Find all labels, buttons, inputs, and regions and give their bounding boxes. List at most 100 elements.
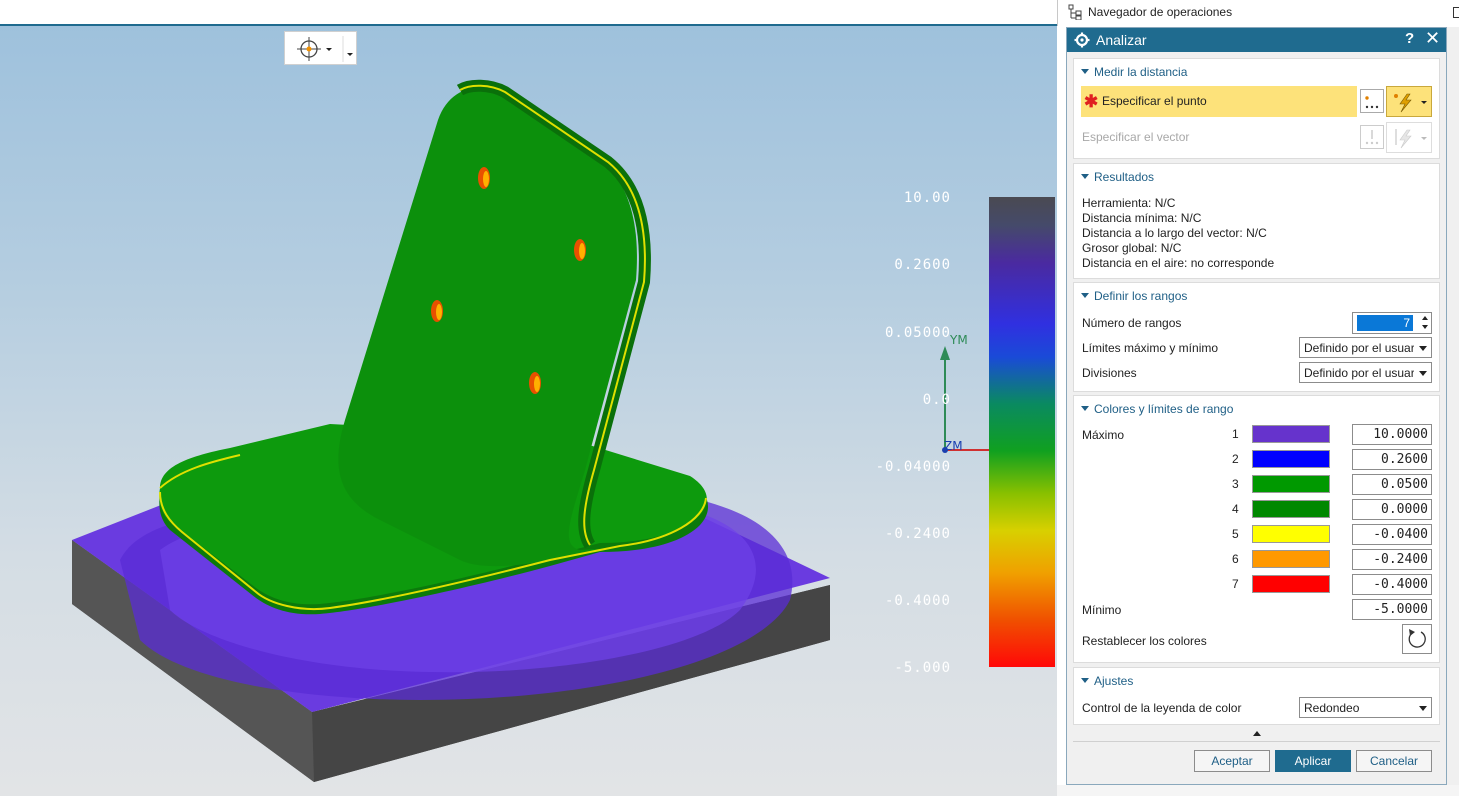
measure-distance-group: Medir la distancia ✱ Especificar el punt… — [1073, 58, 1440, 159]
result-vector-distance: Distancia a lo largo del vector: N/C — [1082, 226, 1267, 240]
point-dialog-button[interactable] — [1360, 89, 1384, 113]
group-title-settings[interactable]: Ajustes — [1094, 674, 1133, 688]
group-title-ranges[interactable]: Definir los rangos — [1094, 289, 1187, 303]
help-icon[interactable]: ? — [1405, 30, 1414, 47]
vector-dialog-button — [1360, 125, 1384, 149]
legend-control-dropdown[interactable]: Redondeo — [1299, 697, 1432, 718]
max-label: Máximo — [1082, 428, 1125, 442]
range-count-spinner[interactable]: 7 — [1352, 312, 1432, 334]
apply-button[interactable]: Aplicar — [1275, 750, 1351, 772]
settings-group: Ajustes Control de la leyenda de color R… — [1073, 667, 1440, 725]
spin-down-icon[interactable] — [1422, 325, 1428, 329]
collapse-caret-icon[interactable] — [1081, 174, 1089, 179]
divisions-dropdown-value: Definido por el usuar — [1304, 366, 1414, 380]
color-swatch[interactable] — [1252, 575, 1330, 593]
chevron-down-icon — [1419, 346, 1427, 351]
color-swatch[interactable] — [1252, 550, 1330, 568]
color-swatch[interactable] — [1252, 450, 1330, 468]
reset-colors-label: Restablecer los colores — [1082, 634, 1207, 648]
range-index: 4 — [1232, 502, 1239, 516]
legend-label-1: 10.00 — [903, 190, 951, 206]
color-swatch[interactable] — [1252, 475, 1330, 493]
results-group: Resultados Herramienta: N/C Distancia mí… — [1073, 163, 1440, 279]
inferred-point-dropdown[interactable] — [1386, 86, 1432, 117]
chevron-down-icon — [1419, 706, 1427, 711]
legend-control-value: Redondeo — [1304, 701, 1360, 715]
legend-label-2: 0.2600 — [894, 257, 951, 273]
define-ranges-group: Definir los rangos Número de rangos 7 Lí… — [1073, 282, 1440, 392]
color-swatch[interactable] — [1252, 500, 1330, 518]
range-count-input[interactable]: 7 — [1357, 315, 1413, 331]
point-dialog-icon — [1365, 96, 1379, 109]
legend-label-3: 0.05000 — [884, 325, 951, 341]
min-label: Mínimo — [1082, 603, 1122, 617]
divisions-dropdown[interactable]: Definido por el usuar — [1299, 362, 1432, 383]
collapse-caret-icon[interactable] — [1081, 69, 1089, 74]
range-limit-input[interactable]: 10.0000 — [1352, 424, 1432, 445]
result-tool: Herramienta: N/C — [1082, 196, 1176, 210]
collapse-caret-icon[interactable] — [1081, 678, 1089, 683]
divisions-label: Divisiones — [1082, 366, 1137, 380]
required-asterisk-icon: ✱ — [1084, 92, 1099, 111]
dialog-title-bar[interactable]: Analizar ? ✕ — [1067, 28, 1446, 52]
range-index: 2 — [1232, 452, 1239, 466]
close-icon[interactable]: ✕ — [1425, 28, 1440, 49]
legend-label-5: -0.04000 — [875, 459, 951, 475]
reset-arrow-icon — [1408, 629, 1426, 648]
range-index: 6 — [1232, 552, 1239, 566]
triad-z-label: ZM — [944, 439, 963, 453]
maximize-icon[interactable] — [1453, 7, 1459, 18]
reset-colors-button[interactable] — [1402, 624, 1432, 654]
range-index: 1 — [1232, 427, 1239, 441]
graphics-viewport[interactable]: YM XM ZM 10.00 0.2600 0.05000 0.0 -0.040… — [0, 0, 1057, 796]
divider — [1073, 741, 1440, 742]
collapse-caret-icon[interactable] — [1081, 406, 1089, 411]
color-swatch[interactable] — [1252, 525, 1330, 543]
group-title-measure[interactable]: Medir la distancia — [1094, 65, 1187, 79]
result-air-distance: Distancia en el aire: no corresponde — [1082, 256, 1275, 270]
color-swatch[interactable] — [1252, 425, 1330, 443]
limits-dropdown-value: Definido por el usuar — [1304, 341, 1414, 355]
group-title-results[interactable]: Resultados — [1094, 170, 1154, 184]
ok-button[interactable]: Aceptar — [1194, 750, 1270, 772]
legend-label-7: -0.4000 — [884, 593, 951, 609]
colors-limits-group: Colores y límites de rango Máximo 1 10.0… — [1073, 395, 1440, 663]
range-limit-input[interactable]: 0.0500 — [1352, 474, 1432, 495]
operation-navigator-header[interactable]: Navegador de operaciones — [1057, 0, 1459, 26]
range-limit-input[interactable]: -0.2400 — [1352, 549, 1432, 570]
range-limit-input[interactable]: 0.0000 — [1352, 499, 1432, 520]
right-resource-bar — [1447, 27, 1459, 796]
legend-control-label: Control de la leyenda de color — [1082, 701, 1242, 715]
legend-label-4: 0.0 — [922, 392, 951, 408]
min-limit-input[interactable]: -5.0000 — [1352, 599, 1432, 620]
bottom-strip — [1057, 785, 1459, 796]
lightning-vector-icon — [1395, 129, 1427, 149]
range-index: 5 — [1232, 527, 1239, 541]
collapse-more-icon[interactable] — [1253, 731, 1261, 736]
chevron-down-icon — [1419, 371, 1427, 376]
triad-y-label: YM — [950, 333, 968, 347]
legend-label-8: -5.000 — [894, 660, 951, 676]
range-limit-input[interactable]: 0.2600 — [1352, 449, 1432, 470]
range-limit-input[interactable]: -0.0400 — [1352, 524, 1432, 545]
inferred-vector-dropdown — [1386, 122, 1432, 153]
result-global-thickness: Grosor global: N/C — [1082, 241, 1182, 255]
specify-point-row[interactable]: ✱ Especificar el punto — [1081, 86, 1357, 117]
limits-dropdown[interactable]: Definido por el usuar — [1299, 337, 1432, 358]
color-legend-bar — [989, 197, 1055, 667]
range-index: 3 — [1232, 477, 1239, 491]
gear-icon — [1074, 32, 1090, 48]
collapse-caret-icon[interactable] — [1081, 293, 1089, 298]
specify-point-label: Especificar el punto — [1102, 94, 1207, 108]
range-count-label: Número de rangos — [1082, 316, 1182, 330]
dialog-title: Analizar — [1096, 32, 1147, 48]
operation-navigator-icon — [1068, 4, 1082, 20]
group-title-colors[interactable]: Colores y límites de rango — [1094, 402, 1233, 416]
legend-label-6: -0.2400 — [884, 526, 951, 542]
range-index: 7 — [1232, 577, 1239, 591]
range-limit-input[interactable]: -0.4000 — [1352, 574, 1432, 595]
analyze-dialog: Analizar ? ✕ Medir la distancia ✱ Especi… — [1066, 27, 1447, 785]
cancel-button[interactable]: Cancelar — [1356, 750, 1432, 772]
lightning-point-icon — [1394, 93, 1427, 113]
spin-up-icon[interactable] — [1422, 316, 1428, 320]
